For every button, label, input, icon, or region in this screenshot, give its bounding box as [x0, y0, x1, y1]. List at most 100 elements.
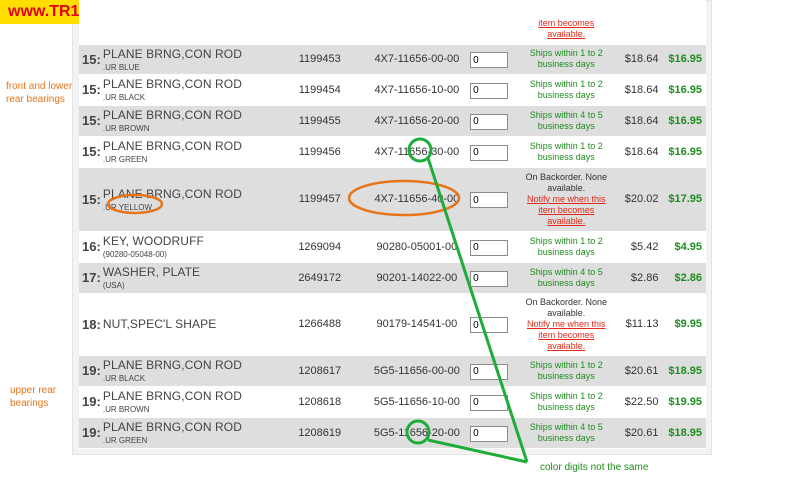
description-cell: PLANE BRNG,CON ROD .UR YELLOW — [100, 167, 276, 232]
empty-cell — [658, 0, 706, 45]
part-number: 4X7-11656-30-00 — [363, 136, 471, 168]
table-row: 19: PLANE BRNG,CON ROD .UR BROWN 1208618 5G5… — [79, 386, 706, 418]
empty-cell — [470, 0, 520, 45]
part-number: 5G5-11656-20-00 — [363, 417, 471, 449]
sale-price: $16.95 — [658, 44, 706, 75]
quantity-input[interactable] — [470, 425, 509, 442]
item-number: 15: — [79, 136, 101, 168]
quantity-input[interactable] — [470, 82, 509, 99]
quantity-cell — [470, 417, 520, 449]
part-description[interactable]: PLANE BRNG,CON ROD — [103, 108, 276, 122]
table-row: 18: NUT,SPEC'L SHAPE 1266488 90179-14541-00… — [79, 293, 706, 356]
part-description[interactable]: WASHER, PLATE — [103, 265, 276, 279]
ref-number: 2649172 — [275, 262, 364, 294]
ref-number: 1208617 — [275, 355, 364, 387]
sale-price: $16.95 — [658, 136, 706, 168]
part-description[interactable]: KEY, WOODRUFF — [103, 234, 276, 248]
part-number: 90201-14022-00 — [363, 262, 471, 294]
empty-cell — [275, 0, 364, 45]
table-row: 15: PLANE BRNG,CON ROD .UR BLACK 1199454 4X7… — [79, 74, 706, 106]
part-variant: (USA) — [102, 281, 125, 290]
part-description[interactable]: PLANE BRNG,CON ROD — [103, 420, 276, 434]
description-cell: WASHER, PLATE (USA) — [100, 262, 276, 294]
sale-price: $18.95 — [658, 355, 706, 387]
backorder-text: On Backorder. None available. — [525, 171, 608, 193]
quantity-input[interactable] — [470, 239, 509, 256]
availability-cell: Ships within 1 to 2 business days — [519, 44, 614, 75]
availability-text: Ships within 1 to 2 business days — [529, 359, 603, 381]
quantity-cell — [470, 386, 520, 418]
description-cell: KEY, WOODRUFF (90280-05048-00) — [100, 231, 276, 263]
notify-link[interactable]: Notify me when this item becomes availab… — [520, 194, 614, 227]
backorder-text: On Backorder. None available. — [525, 296, 608, 318]
parts-table: item becomes available. 15: PLANE BRNG,CON … — [79, 0, 706, 449]
quantity-input[interactable] — [470, 317, 509, 334]
availability-cell: item becomes available. — [519, 0, 614, 45]
quantity-input[interactable] — [470, 52, 509, 69]
ref-number: 1199453 — [275, 44, 364, 75]
part-variant: .UR BROWN — [102, 405, 150, 414]
item-number: 15: — [79, 167, 101, 232]
sale-price: $19.95 — [658, 386, 706, 418]
part-description[interactable]: NUT,SPEC'L SHAPE — [103, 317, 276, 331]
table-row: item becomes available. — [79, 0, 706, 45]
part-number: 5G5-11656-00-00 — [363, 355, 471, 387]
notify-link-tail[interactable]: item becomes — [520, 18, 614, 29]
description-cell: PLANE BRNG,CON ROD .UR BROWN — [100, 386, 276, 418]
empty-cell — [363, 0, 471, 45]
quantity-input[interactable] — [470, 394, 509, 411]
sale-price: $16.95 — [658, 74, 706, 106]
part-description[interactable]: PLANE BRNG,CON ROD — [103, 187, 276, 201]
part-variant: .UR BLACK — [102, 374, 146, 383]
table-row: 15: PLANE BRNG,CON ROD .UR YELLOW 1199457 4X… — [79, 167, 706, 232]
list-price: $20.61 — [613, 355, 659, 387]
part-variant: .UR BLUE — [102, 62, 140, 72]
availability-text: Ships within 1 to 2 business days — [529, 78, 603, 100]
empty-cell — [100, 0, 276, 45]
sale-price: $17.95 — [658, 167, 706, 232]
quantity-cell — [470, 167, 520, 232]
notify-link[interactable]: Notify me when this item becomes availab… — [520, 319, 614, 352]
description-cell: PLANE BRNG,CON ROD .UR GREEN — [100, 136, 276, 168]
annotation-front-lower: front and lower rear bearings — [6, 81, 73, 105]
description-cell: PLANE BRNG,CON ROD .UR GREEN — [100, 417, 276, 449]
item-number: 15: — [79, 105, 101, 137]
availability-text: Ships within 1 to 2 business days — [529, 48, 603, 69]
part-description[interactable]: PLANE BRNG,CON ROD — [103, 77, 276, 91]
ref-number: 1208618 — [275, 386, 364, 418]
annotation-upper-rear: upper rear bearings — [10, 385, 57, 409]
ref-number: 1199456 — [275, 136, 364, 168]
availability-text: Ships within 4 to 5 business days — [529, 266, 603, 288]
notify-link-tail[interactable]: available. — [520, 29, 614, 40]
part-number: 90179-14541-00 — [363, 293, 471, 356]
availability-cell: On Backorder. None available. Notify me w… — [519, 293, 614, 356]
part-description[interactable]: PLANE BRNG,CON ROD — [103, 358, 276, 372]
part-description[interactable]: PLANE BRNG,CON ROD — [103, 139, 276, 153]
quantity-input[interactable] — [470, 113, 509, 130]
part-description[interactable]: PLANE BRNG,CON ROD — [103, 47, 276, 61]
description-cell: PLANE BRNG,CON ROD .UR BLACK — [100, 74, 276, 106]
quantity-input[interactable] — [470, 192, 509, 209]
quantity-input[interactable] — [470, 363, 509, 380]
description-cell: PLANE BRNG,CON ROD .UR BLUE — [100, 44, 276, 75]
ref-number: 1266488 — [275, 293, 364, 356]
quantity-cell — [470, 262, 520, 294]
quantity-cell — [470, 355, 520, 387]
quantity-input[interactable] — [470, 270, 509, 287]
table-row: 15: PLANE BRNG,CON ROD .UR BROWN 1199455 4X7… — [79, 105, 706, 137]
availability-cell: Ships within 1 to 2 business days — [519, 355, 614, 387]
empty-cell — [79, 0, 101, 45]
list-price: $11.13 — [613, 293, 659, 356]
description-cell: PLANE BRNG,CON ROD .UR BROWN — [100, 105, 276, 137]
availability-cell: Ships within 1 to 2 business days — [519, 136, 614, 168]
availability-cell: Ships within 1 to 2 business days — [519, 386, 614, 418]
quantity-input[interactable] — [470, 144, 509, 161]
part-variant: (90280-05048-00) — [102, 250, 167, 259]
ref-number: 1199454 — [275, 74, 364, 106]
annotation-color-digits: color digits not the same — [540, 462, 649, 473]
part-description[interactable]: PLANE BRNG,CON ROD — [103, 389, 276, 403]
table-row: 16: KEY, WOODRUFF (90280-05048-00) 1269094 9… — [79, 231, 706, 263]
availability-cell: On Backorder. None available. Notify me w… — [519, 167, 614, 232]
item-number: 19: — [79, 355, 101, 387]
table-row: 15: PLANE BRNG,CON ROD .UR GREEN 1199456 4X7… — [79, 136, 706, 168]
